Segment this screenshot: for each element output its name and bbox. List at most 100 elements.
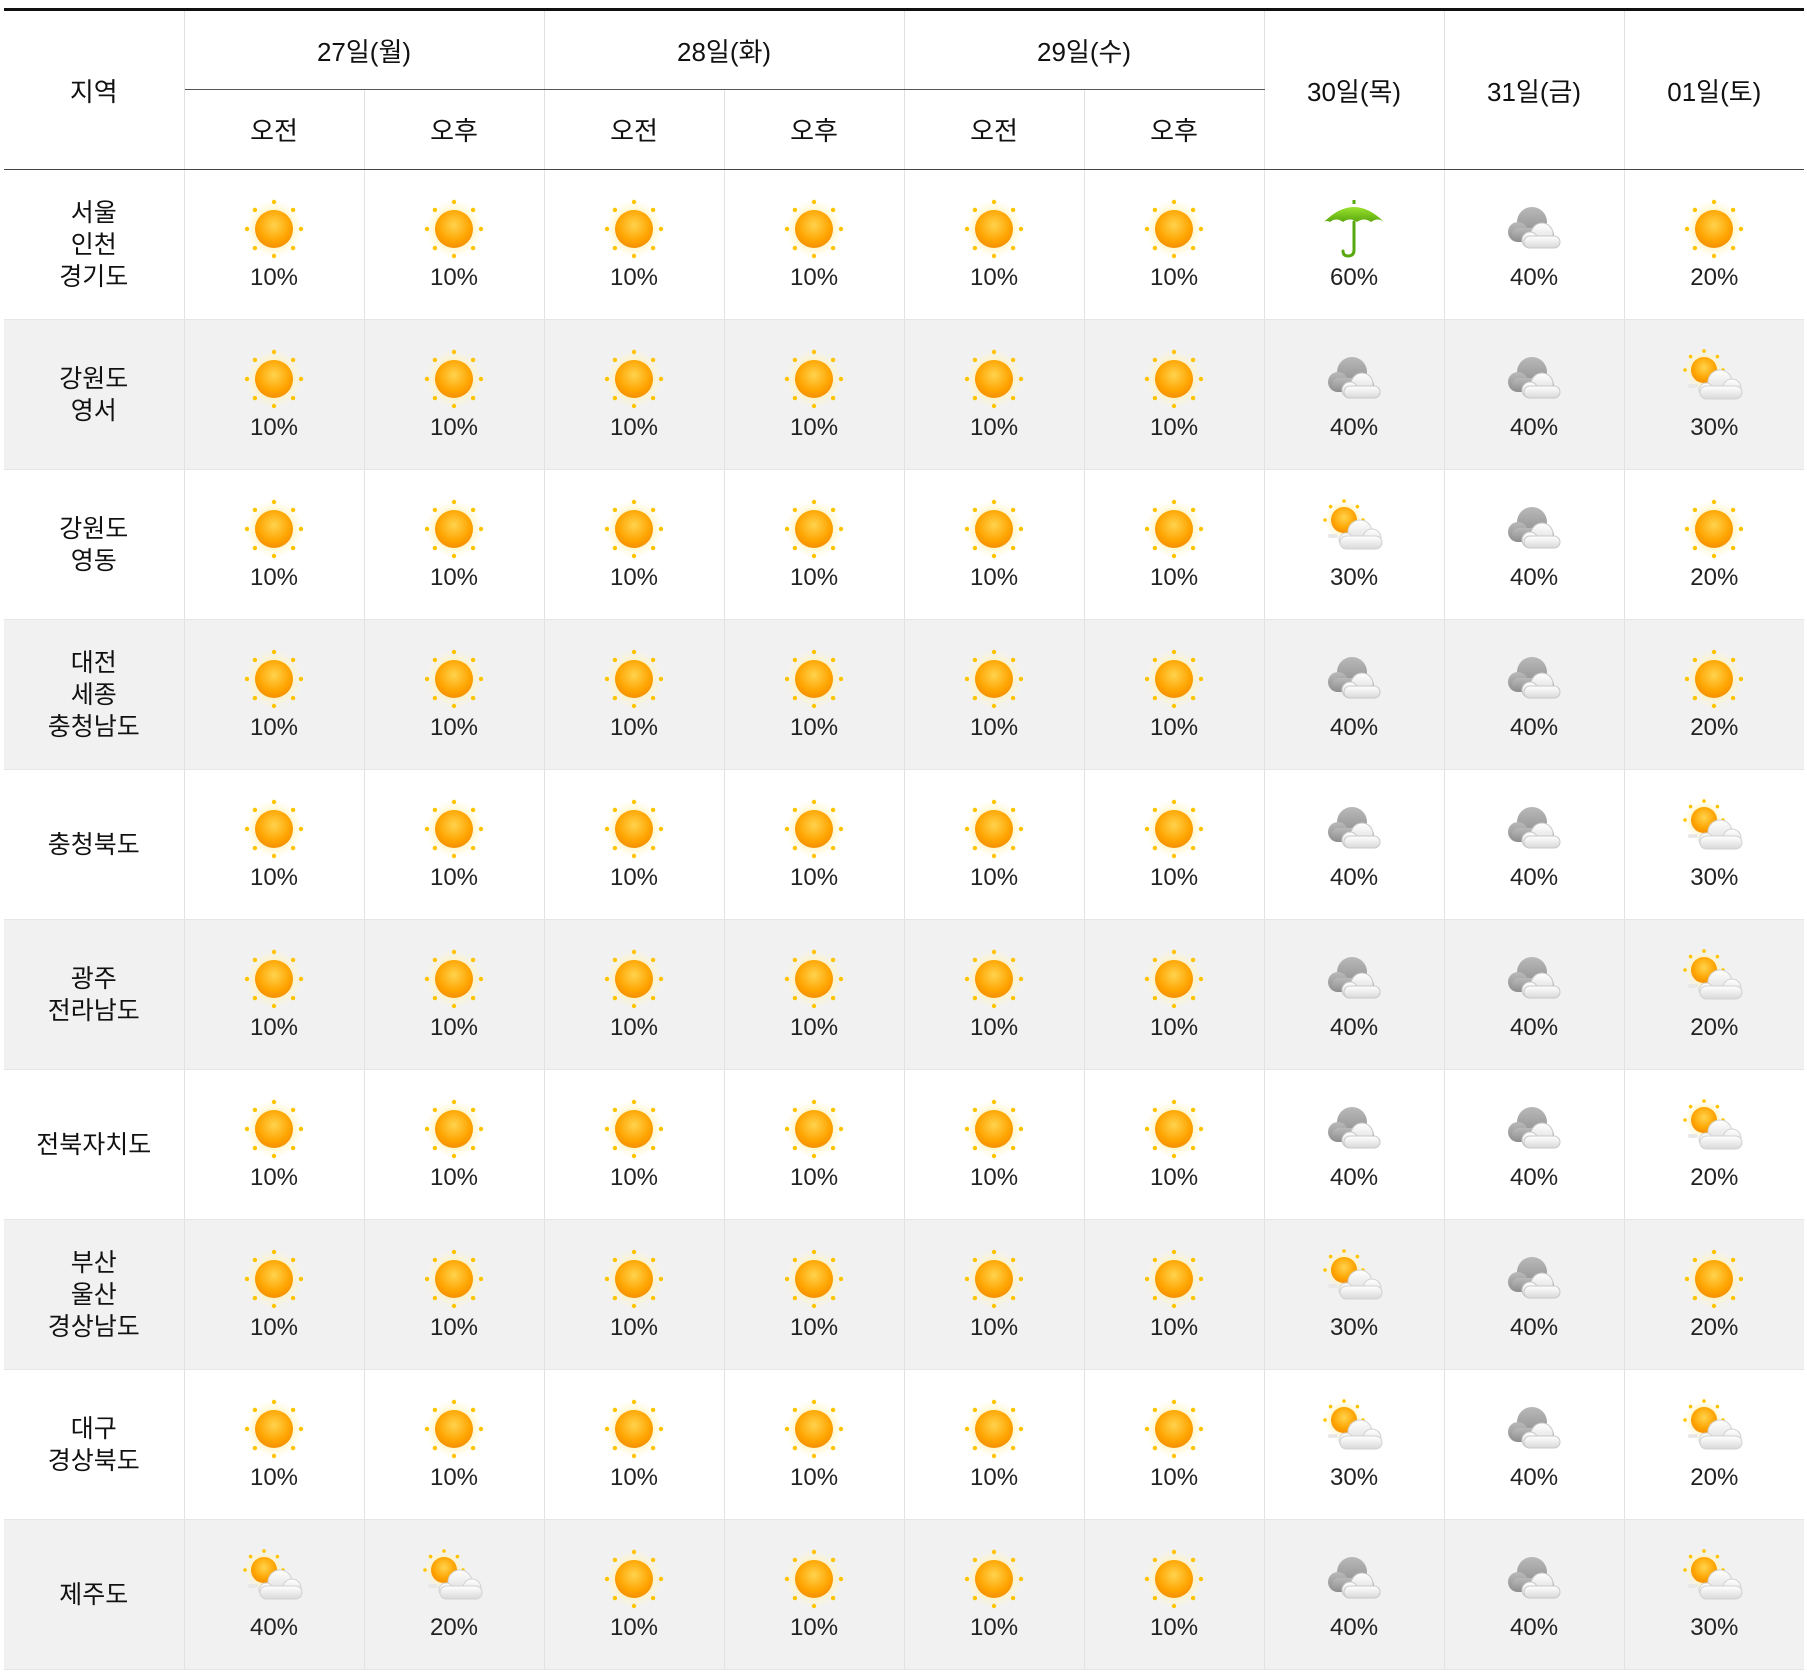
forecast-cell: 40% xyxy=(1444,619,1625,770)
forecast-cell: 10% xyxy=(184,619,365,770)
forecast-cell: 20% xyxy=(1624,1219,1805,1370)
precip-probability: 60% xyxy=(1330,263,1379,291)
sun-icon xyxy=(958,198,1030,260)
forecast-cell: 10% xyxy=(364,619,545,770)
cloud-icon xyxy=(1318,798,1390,860)
partly-cloudy-icon xyxy=(1678,1548,1750,1610)
forecast-cell: 10% xyxy=(184,769,365,920)
forecast-cell: 10% xyxy=(364,1369,545,1520)
partly-cloudy-icon xyxy=(1678,948,1750,1010)
forecast-cell: 40% xyxy=(1264,769,1445,920)
forecast-cell: 10% xyxy=(184,319,365,470)
sun-icon xyxy=(958,1548,1030,1610)
table-row: 대구 경상북도 10% 10% 10% 10% 10% 10% 30% 40% 20% xyxy=(4,1369,1805,1520)
sun-icon xyxy=(598,948,670,1010)
forecast-cell: 10% xyxy=(904,469,1085,620)
forecast-cell: 10% xyxy=(1084,1069,1265,1220)
sun-icon xyxy=(1138,798,1210,860)
table-row: 전북자치도 10% 10% 10% 10% 10% 10% 40% 40% 20% xyxy=(4,1069,1805,1220)
forecast-cell: 10% xyxy=(544,1069,725,1220)
precip-probability: 30% xyxy=(1330,1463,1379,1491)
precip-probability: 10% xyxy=(249,713,299,741)
table-row: 광주 전라남도 10% 10% 10% 10% 10% 10% 40% 40% 20% xyxy=(4,919,1805,1070)
forecast-page: 지역 27일(월) 28일(화) 29일(수) 30일(목) 31일(금) 01… xyxy=(0,0,1807,1674)
sun-icon xyxy=(778,648,850,710)
precip-probability: 10% xyxy=(609,1313,659,1341)
sun-icon xyxy=(238,1248,310,1310)
region-name: 광주 전라남도 xyxy=(4,919,185,1070)
forecast-cell: 10% xyxy=(904,1069,1085,1220)
precip-probability: 10% xyxy=(1150,563,1199,591)
precip-probability: 10% xyxy=(609,563,659,591)
forecast-cell: 10% xyxy=(184,1069,365,1220)
forecast-cell: 40% xyxy=(1444,319,1625,470)
precip-probability: 10% xyxy=(790,1163,839,1191)
sun-icon xyxy=(418,1398,490,1460)
precip-probability: 10% xyxy=(1150,263,1199,291)
forecast-cell: 10% xyxy=(364,919,545,1070)
cloud-icon xyxy=(1498,1398,1570,1460)
forecast-cell: 10% xyxy=(1084,769,1265,920)
precip-probability: 10% xyxy=(249,1013,299,1041)
sun-icon xyxy=(238,498,310,560)
precip-probability: 10% xyxy=(790,263,839,291)
sun-icon xyxy=(958,1398,1030,1460)
precip-probability: 40% xyxy=(1510,1013,1559,1041)
sun-icon xyxy=(418,348,490,410)
forecast-cell: 10% xyxy=(1084,469,1265,620)
precip-probability: 10% xyxy=(970,413,1019,441)
precip-probability: 40% xyxy=(1510,1313,1559,1341)
day-header: 28일(화) xyxy=(544,9,905,90)
forecast-cell: 40% xyxy=(1264,619,1445,770)
forecast-cell: 10% xyxy=(544,319,725,470)
partly-cloudy-icon xyxy=(1318,1398,1390,1460)
table-row: 제주도 40% 20% 10% 10% 10% 10% 40% 40% 30% xyxy=(4,1519,1805,1670)
precip-probability: 40% xyxy=(1330,863,1379,891)
forecast-cell: 10% xyxy=(904,619,1085,770)
precip-probability: 20% xyxy=(429,1613,479,1641)
am-header: 오전 xyxy=(904,89,1085,170)
partly-cloudy-icon xyxy=(238,1548,310,1610)
sun-icon xyxy=(1138,1098,1210,1160)
forecast-cell: 10% xyxy=(904,1219,1085,1370)
precip-probability: 10% xyxy=(1150,413,1199,441)
pm-header: 오후 xyxy=(724,89,905,170)
forecast-cell: 10% xyxy=(544,1369,725,1520)
precip-probability: 20% xyxy=(1690,1163,1739,1191)
precip-probability: 10% xyxy=(429,1463,479,1491)
sun-icon xyxy=(958,948,1030,1010)
precip-probability: 10% xyxy=(609,413,659,441)
region-name: 부산 울산 경상남도 xyxy=(4,1219,185,1370)
precip-probability: 30% xyxy=(1330,1313,1379,1341)
day-header: 27일(월) xyxy=(184,9,545,90)
forecast-cell: 40% xyxy=(1444,1069,1625,1220)
precip-probability: 10% xyxy=(1150,1463,1199,1491)
sun-icon xyxy=(598,648,670,710)
precip-probability: 10% xyxy=(790,713,839,741)
precip-probability: 40% xyxy=(1330,1013,1379,1041)
cloud-icon xyxy=(1498,198,1570,260)
sun-icon xyxy=(238,948,310,1010)
precip-probability: 10% xyxy=(1150,1613,1199,1641)
sun-icon xyxy=(418,798,490,860)
forecast-cell: 40% xyxy=(1264,319,1445,470)
cloud-icon xyxy=(1498,498,1570,560)
forecast-cell: 10% xyxy=(724,1219,905,1370)
forecast-cell: 40% xyxy=(1444,169,1625,320)
sun-icon xyxy=(958,498,1030,560)
forecast-cell: 10% xyxy=(1084,319,1265,470)
forecast-cell: 30% xyxy=(1624,319,1805,470)
sun-icon xyxy=(778,198,850,260)
forecast-cell: 10% xyxy=(184,919,365,1070)
table-row: 대전 세종 충청남도 10% 10% 10% 10% 10% 10% 40% 40% 20% xyxy=(4,619,1805,770)
region-name: 강원도 영동 xyxy=(4,469,185,620)
sun-icon xyxy=(598,1548,670,1610)
forecast-cell: 10% xyxy=(724,1069,905,1220)
precip-probability: 10% xyxy=(429,713,479,741)
precip-probability: 10% xyxy=(970,863,1019,891)
forecast-cell: 10% xyxy=(1084,619,1265,770)
region-name: 대구 경상북도 xyxy=(4,1369,185,1520)
precip-probability: 10% xyxy=(970,1313,1019,1341)
day-header: 29일(수) xyxy=(904,9,1265,90)
forecast-cell: 10% xyxy=(904,1519,1085,1670)
